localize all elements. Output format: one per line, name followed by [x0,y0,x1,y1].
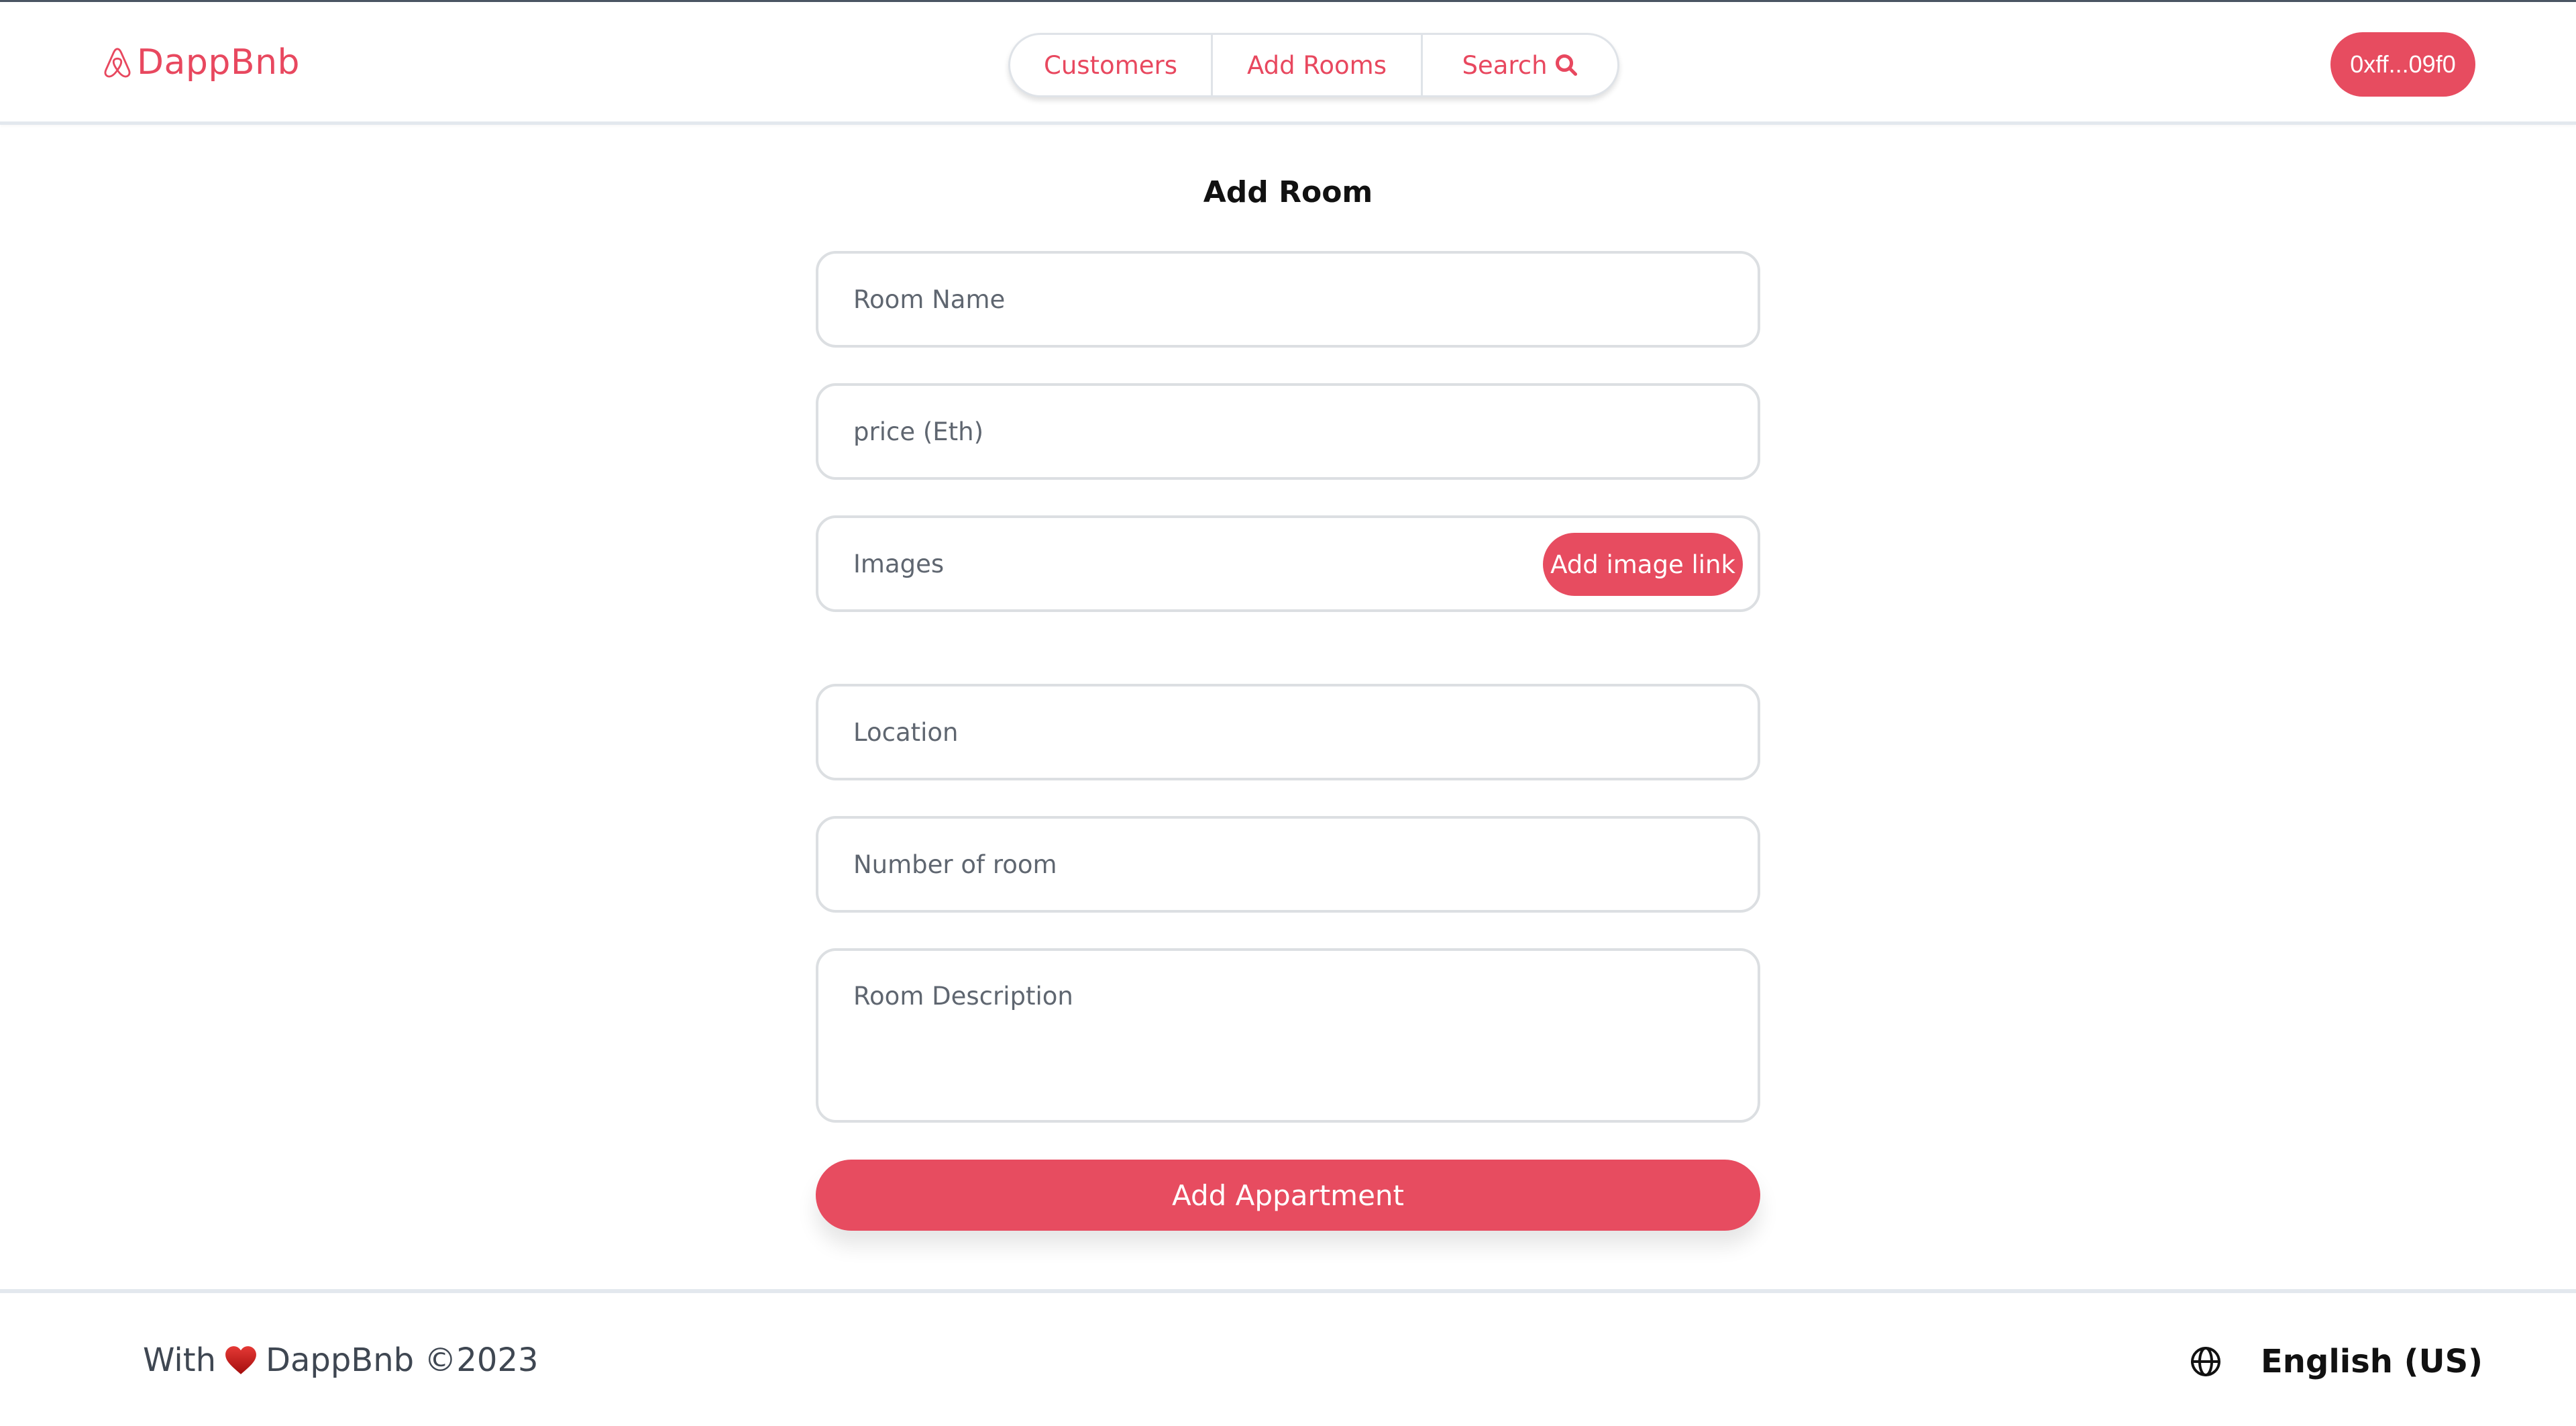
heart-icon [225,1346,256,1374]
brand-name: DappBnb [137,42,301,83]
wallet-address-button[interactable]: 0xff...09f0 [2330,32,2475,97]
footer: With DappBnb ©2023 English (US) [0,1289,2576,1426]
room-description-field [816,948,1760,1123]
footer-prefix: With [143,1341,216,1379]
nav-customers-label: Customers [1043,50,1177,80]
room-description-textarea[interactable] [818,951,1758,1120]
location-field [816,684,1760,780]
price-field [816,383,1760,480]
nav-search-label: Search [1462,50,1548,80]
add-room-page: Add Room Add image link Add Appartment [0,128,2576,1289]
add-image-link-button[interactable]: Add image link [1543,533,1743,596]
top-navbar: DappBnb Customers Add Rooms Search 0xff.… [0,2,2576,125]
nav-customers[interactable]: Customers [1010,35,1213,95]
nav-add-rooms[interactable]: Add Rooms [1213,35,1423,95]
language-selector[interactable]: English (US) [2190,1343,2483,1380]
price-input[interactable] [818,417,1758,446]
location-input[interactable] [818,717,1758,747]
page-title: Add Room [1203,175,1373,209]
footer-copyright: With DappBnb ©2023 [143,1341,539,1379]
globe-icon [2191,1347,2220,1376]
main-nav: Customers Add Rooms Search [1008,33,1619,97]
search-icon [1555,54,1577,77]
images-field: Add image link [816,515,1760,612]
footer-copyright-text: DappBnb ©2023 [265,1341,539,1379]
add-appartment-button[interactable]: Add Appartment [816,1160,1760,1231]
airbnb-logo-icon [104,48,131,78]
nav-add-rooms-label: Add Rooms [1246,50,1387,80]
brand-logo-link[interactable]: DappBnb [102,42,300,83]
number-of-room-input[interactable] [818,850,1758,879]
number-of-room-field [816,816,1760,913]
language-label: English (US) [2261,1343,2483,1380]
room-name-input[interactable] [818,285,1758,314]
room-name-field [816,251,1760,348]
nav-search[interactable]: Search [1423,35,1617,95]
